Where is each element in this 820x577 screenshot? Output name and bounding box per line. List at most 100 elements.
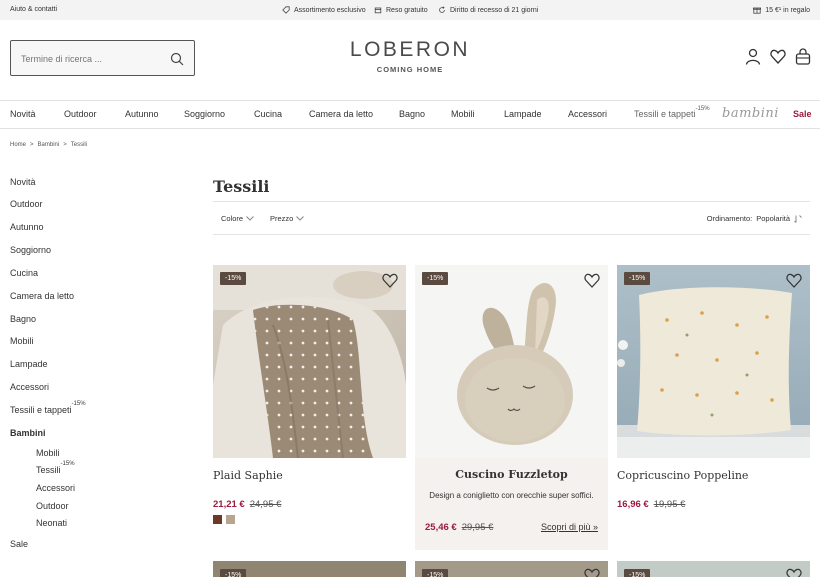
sort-dropdown[interactable]: Ordinamento: Popolarità	[707, 214, 802, 223]
sidebar-sub-mobili[interactable]: Mobili	[36, 448, 60, 458]
breadcrumb-current: Tessili	[70, 142, 88, 148]
sidebar-item-lampade[interactable]: Lampade	[10, 359, 48, 369]
product-price: 25,46 € 29,95 €	[425, 522, 493, 533]
current-price: 21,21 €	[213, 499, 245, 510]
product-card[interactable]: -15%	[213, 561, 406, 577]
sort-label: Ordinamento:	[706, 214, 753, 223]
search-icon[interactable]	[170, 52, 184, 66]
page-title: Tessili	[213, 177, 270, 196]
discount-badge: -15%	[422, 272, 449, 285]
breadcrumb-home[interactable]: Home	[10, 142, 26, 148]
product-card[interactable]: -15% Plaid Saphie 21,21 € 24,95 €	[213, 265, 406, 524]
return-icon	[439, 6, 445, 13]
nav-item-tessili[interactable]: Tessili e tappeti-15%	[634, 106, 710, 119]
header-icons	[745, 48, 811, 65]
color-swatch[interactable]	[226, 515, 235, 524]
search-box[interactable]	[10, 40, 195, 76]
tag-icon	[282, 6, 290, 14]
nav-item-bagno[interactable]: Bagno	[399, 109, 425, 119]
product-info-panel[interactable]: Cuscino Fuzzletop Design a coniglietto c…	[415, 458, 608, 550]
sidebar-item-accessori[interactable]: Accessori	[10, 382, 49, 392]
wishlist-heart-icon[interactable]	[786, 273, 802, 288]
discount-badge: -15%	[220, 272, 247, 285]
gift-promo[interactable]: 15 €¹ in regalo	[753, 6, 810, 14]
bunny-cushion-photo	[415, 265, 608, 458]
logo[interactable]: LOBERON COMING HOME	[330, 38, 490, 74]
current-price: 25,46 €	[425, 522, 457, 533]
wishlist-heart-icon[interactable]	[786, 568, 802, 577]
color-swatch[interactable]	[213, 515, 222, 524]
nav-item-sale[interactable]: Sale	[793, 109, 812, 119]
plaid-photo	[213, 265, 406, 458]
wishlist-heart-icon[interactable]	[584, 568, 600, 577]
sidebar-item-tessili-tappeti[interactable]: Tessili e tappeti-15%	[10, 401, 86, 415]
sidebar-sub-tessili[interactable]: Tessili-15%	[36, 461, 75, 475]
nav-item-camera-da-letto[interactable]: Camera da letto	[309, 109, 373, 119]
sort-value: Popolarità	[756, 214, 790, 223]
search-input[interactable]	[21, 51, 161, 67]
sidebar-item-bagno[interactable]: Bagno	[10, 314, 36, 324]
usp-withdrawal: Diritto di recesso di 21 giorni	[438, 6, 538, 14]
brand-name: LOBERON	[349, 38, 471, 61]
sidebar-item-sale[interactable]: Sale	[10, 539, 28, 549]
usp-free-return: Reso gratuito	[374, 6, 428, 14]
cart-bag-icon[interactable]	[795, 48, 811, 65]
nav-item-cucina[interactable]: Cucina	[254, 109, 282, 119]
sidebar-item-autunno[interactable]: Autunno	[10, 222, 44, 232]
filter-prezzo[interactable]: Prezzo	[270, 214, 305, 223]
chevron-down-icon	[246, 216, 254, 221]
sidebar-item-mobili[interactable]: Mobili	[10, 336, 34, 346]
sidebar-item-outdoor[interactable]: Outdoor	[10, 199, 43, 209]
wishlist-heart-icon[interactable]	[382, 273, 398, 288]
original-price: 19,95 €	[653, 499, 686, 510]
product-card[interactable]: -15%	[617, 561, 810, 577]
product-name[interactable]: Copricuscino Poppeline	[617, 469, 810, 482]
discount-badge: -15%	[60, 461, 75, 467]
nav-item-accessori[interactable]: Accessori	[568, 109, 607, 119]
sidebar-sub-neonati[interactable]: Neonati	[36, 518, 67, 528]
account-icon[interactable]	[745, 48, 761, 65]
nav-item-autunno[interactable]: Autunno	[125, 109, 159, 119]
discount-badge: -15%	[71, 401, 86, 407]
nav-item-mobili[interactable]: Mobili	[451, 109, 475, 119]
breadcrumb: Home > Bambini > Tessili	[10, 142, 87, 148]
original-price: 24,95 €	[249, 499, 282, 510]
nav-item-novita[interactable]: Novità	[10, 109, 36, 119]
sidebar-sub-accessori[interactable]: Accessori	[36, 483, 75, 493]
original-price: 29,95 €	[461, 522, 494, 533]
sidebar-item-camera-da-letto[interactable]: Camera da letto	[10, 291, 74, 301]
color-swatches	[213, 515, 406, 524]
discover-more-link[interactable]: Scopri di più »	[541, 522, 598, 532]
sidebar-item-soggiorno[interactable]: Soggiorno	[10, 245, 51, 255]
product-image[interactable]: -15%	[617, 265, 810, 458]
product-name[interactable]: Cuscino Fuzzletop	[425, 468, 598, 481]
nav-item-lampade[interactable]: Lampade	[504, 109, 542, 119]
chevron-down-icon	[296, 216, 305, 221]
product-price: 16,96 € 19,95 €	[617, 499, 810, 510]
nav-item-outdoor[interactable]: Outdoor	[64, 109, 97, 119]
breadcrumb-bambini[interactable]: Bambini	[38, 142, 60, 148]
brand-tagline: COMING HOME	[376, 65, 444, 74]
wishlist-heart-icon[interactable]	[770, 48, 786, 65]
sidebar-item-cucina[interactable]: Cucina	[10, 268, 38, 278]
filter-colore[interactable]: Colore	[221, 214, 254, 223]
sidebar-sub-outdoor[interactable]: Outdoor	[36, 501, 69, 511]
sidebar-item-bambini[interactable]: Bambini	[10, 428, 46, 438]
wishlist-heart-icon[interactable]	[584, 273, 600, 288]
product-card[interactable]: -15% Copricuscino Poppeline 16,96 € 19,9…	[617, 265, 810, 510]
product-card[interactable]: -15% Cuscino Fuzzletop Design a coniglie…	[415, 265, 608, 550]
nav-item-bambini[interactable]: bambini	[722, 106, 779, 121]
product-card[interactable]: -15%	[415, 561, 608, 577]
nav-item-soggiorno[interactable]: Soggiorno	[184, 109, 225, 119]
filter-bar: Colore Prezzo Ordinamento: Popolarità	[213, 201, 810, 235]
sidebar-item-novita[interactable]: Novità	[10, 177, 36, 187]
top-bar: Aiuto & contatti Assortimento esclusivo …	[0, 0, 820, 20]
product-name[interactable]: Plaid Saphie	[213, 469, 406, 482]
product-image[interactable]: -15%	[213, 265, 406, 458]
box-icon	[374, 7, 382, 14]
gift-icon	[753, 7, 762, 14]
help-contact-link[interactable]: Aiuto & contatti	[10, 6, 57, 13]
sort-icon	[794, 214, 802, 223]
product-image[interactable]: -15%	[415, 265, 608, 458]
pillow-photo	[617, 265, 810, 458]
